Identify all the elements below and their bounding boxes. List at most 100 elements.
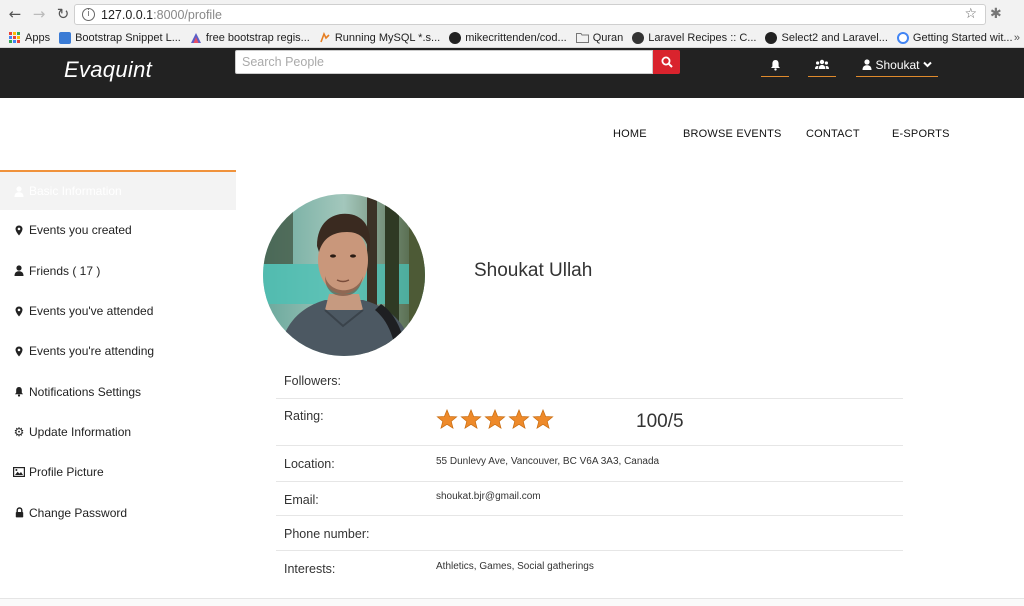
map-marker-icon xyxy=(13,346,25,357)
profile-name: Shoukat Ullah xyxy=(474,260,593,281)
sidebar-item-label: Profile Picture xyxy=(29,465,104,480)
sidebar-item-events-created[interactable]: Events you created xyxy=(0,210,236,250)
chrome-icon xyxy=(896,31,909,44)
nav-esports-link[interactable]: E-SPORTS xyxy=(892,128,950,140)
info-icon[interactable]: i xyxy=(82,8,95,21)
star-icon xyxy=(532,409,554,429)
sidebar-item-label: Update Information xyxy=(29,424,132,439)
bookmark-label: Laravel Recipes :: C... xyxy=(648,31,757,44)
location-row: Location: 55 Dunlevy Ave, Vancouver, BC … xyxy=(276,446,903,482)
brand-logo[interactable]: Evaquint xyxy=(64,57,152,83)
rating-stars xyxy=(436,409,554,430)
email-label: Email: xyxy=(284,493,319,507)
location-label: Location: xyxy=(284,457,335,471)
map-marker-icon xyxy=(13,225,25,236)
gear-icon: ⚙ xyxy=(13,424,25,439)
bell-icon xyxy=(13,386,25,397)
bookmark-item[interactable]: Laravel Recipes :: C... xyxy=(632,31,757,44)
profile-sidebar: Basic Information Events you created Fri… xyxy=(0,170,236,533)
main-navigation: HOME BROWSE EVENTS CONTACT E-SPORTS xyxy=(0,128,1024,142)
chevron-down-icon xyxy=(922,61,932,68)
bookmark-apps[interactable]: Apps xyxy=(9,31,51,44)
interests-row: Interests: Athletics, Games, Social gath… xyxy=(276,551,903,585)
followers-row: Followers: xyxy=(276,364,903,399)
sidebar-item-label: Notifications Settings xyxy=(29,384,142,399)
github-icon xyxy=(765,31,778,44)
search-button[interactable] xyxy=(653,50,680,74)
bookmark-label: Select2 and Laravel... xyxy=(781,31,888,44)
star-icon xyxy=(460,409,482,429)
bookmark-star-icon[interactable]: ☆ xyxy=(964,6,977,22)
address-bar[interactable]: i 127.0.0.1:8000/profile ☆ xyxy=(74,4,986,25)
site-header: Evaquint Shoukat xyxy=(0,48,1024,98)
sidebar-item-label: Events you've attended xyxy=(29,304,154,319)
sidebar-item-label: Change Password xyxy=(29,505,128,520)
sidebar-item-events-attending[interactable]: Events you're attending xyxy=(0,331,236,371)
bookmark-item[interactable]: mikecrittenden/cod... xyxy=(449,31,567,44)
github-icon xyxy=(449,31,462,44)
bookmark-item[interactable]: Getting Started wit... xyxy=(896,31,1013,44)
email-value: shoukat.bjr@gmail.com xyxy=(436,491,541,502)
star-icon xyxy=(436,409,458,429)
url-path: :8000/profile xyxy=(153,7,222,22)
bell-icon xyxy=(770,59,780,71)
folder-icon xyxy=(575,33,589,43)
bootstrap-snippet-icon xyxy=(59,31,72,44)
user-menu-dropdown[interactable]: Shoukat xyxy=(856,53,938,77)
nav-browse-events-link[interactable]: BROWSE EVENTS xyxy=(683,128,782,140)
reload-button[interactable]: ↻ xyxy=(54,5,72,23)
phone-row: Phone number: xyxy=(276,516,903,551)
extension-icon[interactable]: ✱ xyxy=(990,6,1002,22)
user-icon xyxy=(13,265,25,277)
rating-row: Rating: 100/5 xyxy=(276,399,903,446)
sidebar-item-label: Basic Information xyxy=(29,184,122,199)
back-button[interactable]: ← xyxy=(6,5,24,23)
bookmark-item[interactable]: Quran xyxy=(575,31,624,44)
search-icon xyxy=(661,56,673,68)
map-marker-icon xyxy=(13,306,25,317)
bookmarks-overflow-icon[interactable]: » xyxy=(1014,32,1020,44)
bookmarks-bar: Apps Bootstrap Snippet L... free bootstr… xyxy=(0,28,1024,48)
location-value: 55 Dunlevy Ave, Vancouver, BC V6A 3A3, C… xyxy=(436,456,660,467)
sidebar-item-change-password[interactable]: Change Password xyxy=(0,492,236,532)
email-row: Email: shoukat.bjr@gmail.com xyxy=(276,482,903,516)
sidebar-item-events-attended[interactable]: Events you've attended xyxy=(0,291,236,331)
bookmark-label: free bootstrap regis... xyxy=(205,31,310,44)
lock-icon xyxy=(13,507,25,518)
sidebar-item-basic-information[interactable]: Basic Information xyxy=(0,170,236,211)
triangle-logo-icon xyxy=(190,32,201,43)
bookmark-label: Bootstrap Snippet L... xyxy=(75,31,181,44)
bookmark-item[interactable]: Bootstrap Snippet L... xyxy=(59,31,181,44)
sidebar-item-profile-picture[interactable]: Profile Picture xyxy=(0,452,236,492)
friends-button[interactable] xyxy=(808,53,836,77)
browser-toolbar: ← → ↻ i 127.0.0.1:8000/profile ☆ ✱ xyxy=(0,0,1024,28)
page-footer xyxy=(0,598,1024,606)
bookmark-label: Quran xyxy=(592,31,624,44)
nav-contact-link[interactable]: CONTACT xyxy=(806,128,860,140)
sidebar-item-label: Events you're attending xyxy=(29,344,155,359)
rating-label: Rating: xyxy=(284,409,324,423)
bookmark-label: Running MySQL *.s... xyxy=(334,31,441,44)
sidebar-item-update-information[interactable]: ⚙ Update Information xyxy=(0,412,236,452)
star-icon xyxy=(508,409,530,429)
mysql-icon xyxy=(320,31,330,42)
notifications-button[interactable] xyxy=(761,53,789,77)
forward-button[interactable]: → xyxy=(30,5,48,23)
search-people-input[interactable] xyxy=(235,50,653,74)
bookmark-label: Getting Started wit... xyxy=(912,31,1013,44)
picture-icon xyxy=(13,467,25,478)
bookmark-label: Apps xyxy=(25,31,51,44)
profile-photo xyxy=(263,194,425,356)
bookmark-item[interactable]: Select2 and Laravel... xyxy=(765,31,888,44)
followers-label: Followers: xyxy=(284,374,341,388)
profile-info-table: Followers: Rating: 100/5 Location: 55 Du… xyxy=(276,364,903,585)
user-icon xyxy=(13,186,25,197)
users-icon xyxy=(815,59,829,69)
sidebar-item-notifications-settings[interactable]: Notifications Settings xyxy=(0,371,236,411)
phone-label: Phone number: xyxy=(284,527,370,541)
nav-home-link[interactable]: HOME xyxy=(613,128,647,140)
sidebar-item-friends[interactable]: Friends ( 17 ) xyxy=(0,251,236,291)
bookmark-item[interactable]: free bootstrap regis... xyxy=(190,32,310,44)
bookmark-item[interactable]: Running MySQL *.s... xyxy=(319,32,440,44)
interests-label: Interests: xyxy=(284,562,336,576)
